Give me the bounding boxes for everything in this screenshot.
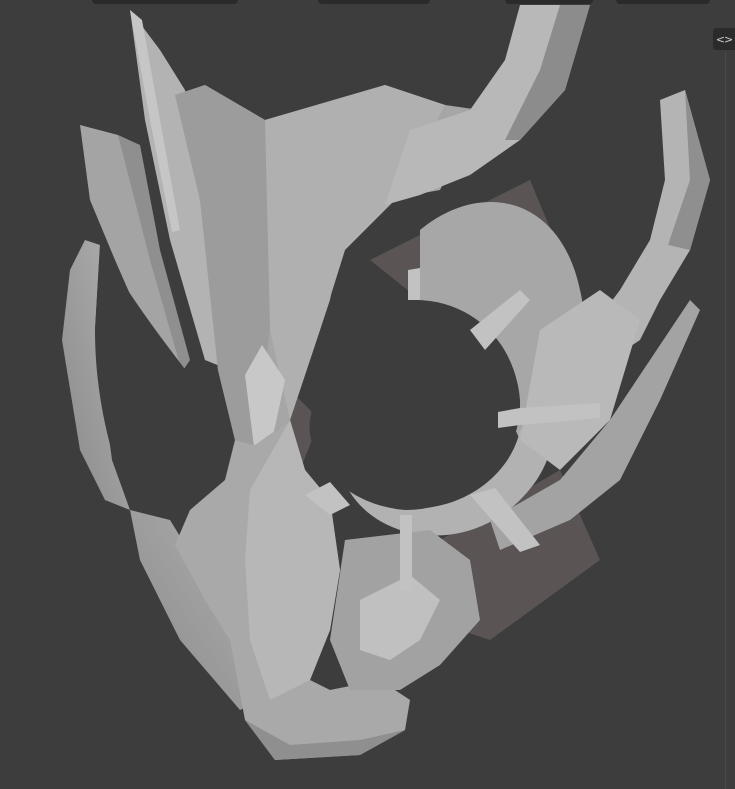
3d-viewport[interactable]: <> — [0, 0, 735, 789]
mask-model-render[interactable] — [0, 0, 735, 789]
